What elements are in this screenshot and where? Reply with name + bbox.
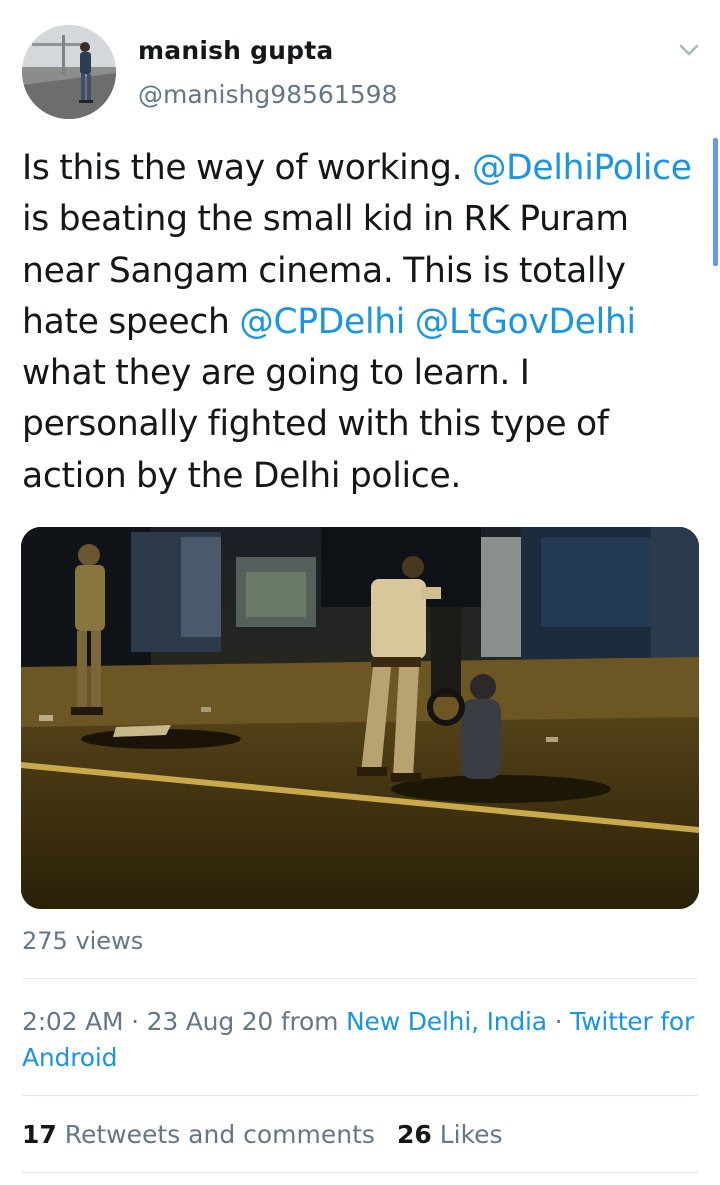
- tweet-date: 23 Aug 20: [146, 1007, 274, 1036]
- tweet-time: 2:02 AM: [22, 1007, 124, 1036]
- tweet-video[interactable]: [21, 527, 699, 909]
- mention-cpdelhi[interactable]: @CPDelhi: [239, 302, 405, 342]
- divider: [22, 978, 698, 979]
- divider: [22, 1095, 698, 1096]
- likes-count: 26: [396, 1120, 432, 1149]
- user-handle[interactable]: @manishg98561598: [138, 80, 397, 109]
- divider: [22, 1172, 698, 1173]
- retweets-label: Retweets and comments: [64, 1120, 375, 1149]
- likes-label: Likes: [439, 1120, 503, 1149]
- chevron-down-icon[interactable]: [676, 40, 702, 60]
- retweets-stat[interactable]: 17 Retweets and comments: [22, 1120, 375, 1149]
- mention-ltgovdelhi[interactable]: @LtGovDelhi: [415, 302, 636, 342]
- retweets-count: 17: [22, 1120, 57, 1149]
- tweet-meta: 2:02 AM · 23 Aug 20 from New Delhi, Indi…: [22, 1004, 712, 1076]
- avatar[interactable]: [22, 25, 116, 119]
- tweet-text-segment: [405, 302, 415, 342]
- view-count: 275 views: [22, 927, 144, 955]
- likes-stat[interactable]: 26 Likes: [397, 1120, 503, 1149]
- location-link[interactable]: New Delhi, India: [346, 1007, 547, 1036]
- mention-delhipolice[interactable]: @DelhiPolice: [472, 148, 692, 188]
- meta-separator: ·: [123, 1007, 147, 1036]
- tweet-text-segment: Is this the way of working.: [22, 148, 472, 188]
- scrollbar-thumb[interactable]: [713, 138, 718, 266]
- tweet-stats: 17 Retweets and comments 26 Likes: [22, 1120, 503, 1149]
- meta-from: from: [273, 1007, 347, 1036]
- meta-separator: ·: [546, 1007, 571, 1036]
- display-name[interactable]: manish gupta: [138, 36, 333, 65]
- tweet-text: Is this the way of working. @DelhiPolice…: [22, 143, 702, 502]
